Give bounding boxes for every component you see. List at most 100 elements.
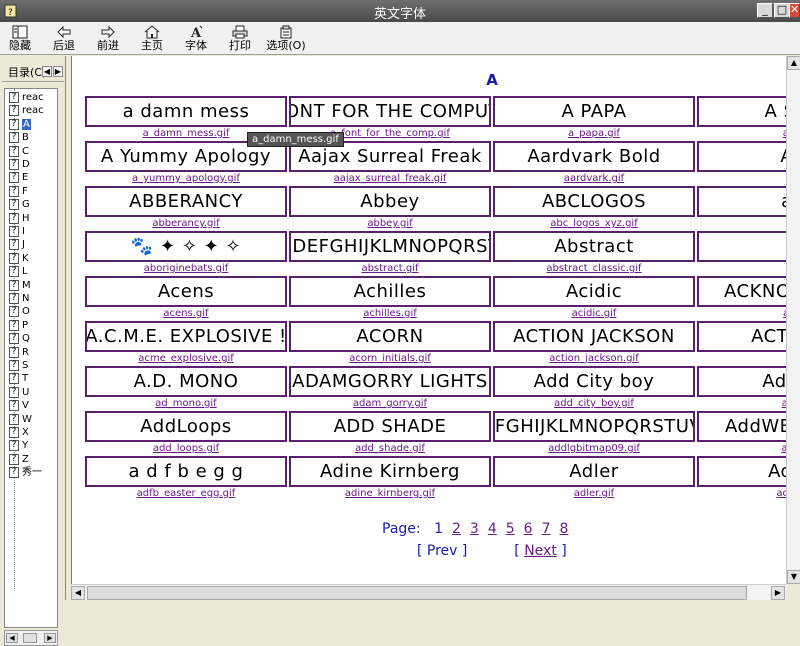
tab-contents[interactable]: 目录(C) <box>8 64 46 80</box>
font-file-link[interactable]: abstract_classic.gif <box>493 263 695 274</box>
forward-button[interactable]: 前进 <box>88 23 128 54</box>
tree-item[interactable]: ? L <box>9 265 28 278</box>
font-preview-item[interactable]: Adine Kirnberg adine_kirnberg.gif <box>289 456 491 500</box>
font-preview-item[interactable]: Add City boy add_city_boy.gif <box>493 366 695 410</box>
font-preview-image[interactable]: ABCDEFGHIJKLMNOPQRSTUV <box>289 231 491 262</box>
tree-item[interactable]: ? M <box>9 279 31 292</box>
font-preview-item[interactable]: Adler adler.gif <box>493 456 695 500</box>
font-preview-item[interactable]: A STAR a_star <box>697 96 787 140</box>
horizontal-scrollbar[interactable]: ◀ ▶ <box>71 584 787 600</box>
font-preview-item[interactable]: abcab <box>697 186 787 230</box>
font-preview-image[interactable]: ACTION JACKSON <box>493 321 695 352</box>
horizontal-scroll-thumb[interactable] <box>87 586 747 600</box>
font-preview-image[interactable]: AddLoops <box>85 411 287 442</box>
font-file-link[interactable]: abc_logos_xyz.gif <box>493 218 695 229</box>
tree-item[interactable]: ? G <box>9 198 30 211</box>
options-button[interactable]: 选项(O) <box>264 23 308 54</box>
font-preview-image[interactable]: Add City boy <box>493 366 695 397</box>
font-preview-item[interactable]: Acidic acidic.gif <box>493 276 695 320</box>
font-preview-item[interactable]: Achilles achilles.gif <box>289 276 491 320</box>
font-preview-image[interactable]: A PAPA <box>493 96 695 127</box>
font-preview-image[interactable]: ADAMGORRY LIGHTS <box>289 366 491 397</box>
font-file-link[interactable]: administ <box>697 488 787 499</box>
font-preview-image[interactable]: Aardvark Bold <box>493 141 695 172</box>
tree-item[interactable]: ? O <box>9 305 30 318</box>
font-preview-image[interactable]: Add Ele <box>697 366 787 397</box>
font-preview-item[interactable]: ABCLOGOS abc_logos_xyz.gif <box>493 186 695 230</box>
hide-button[interactable]: 隐藏 <box>0 23 40 54</box>
font-file-link[interactable]: addlgbitmap09.gif <box>493 443 695 454</box>
font-file-link[interactable]: achilles.gif <box>289 308 491 319</box>
font-preview-item[interactable]: A PAPA a_papa.gif <box>493 96 695 140</box>
font-preview-image[interactable]: ACKNOWLEDGE <box>697 276 787 307</box>
font-file-link[interactable]: abberancy.gif <box>85 218 287 229</box>
tree-item[interactable]: ? D <box>9 158 30 171</box>
font-preview-image[interactable]: Adler <box>493 456 695 487</box>
tree-item[interactable]: ? Z <box>9 453 29 466</box>
tree-item[interactable]: ? E <box>9 171 28 184</box>
font-preview-image[interactable]: ACTION M <box>697 321 787 352</box>
font-file-link[interactable]: adine_kirnberg.gif <box>289 488 491 499</box>
font-preview-image[interactable]: A.D. MONO <box>85 366 287 397</box>
font-preview-item[interactable]: ACTION M actio <box>697 321 787 365</box>
font-preview-item[interactable]: Abab <box>697 231 787 275</box>
font-file-link[interactable]: adam_gorry.gif <box>289 398 491 409</box>
tree-item[interactable]: ? X <box>9 426 29 439</box>
font-preview-image[interactable]: a d f b e g g <box>85 456 287 487</box>
close-button[interactable]: ✕ <box>789 3 800 18</box>
print-button[interactable]: 打印 <box>220 23 260 54</box>
font-file-link[interactable]: aba <box>697 173 787 184</box>
tree-item[interactable]: ? R <box>9 346 29 359</box>
font-preview-image[interactable]: Adine Kirnberg <box>289 456 491 487</box>
font-preview-item[interactable]: ACKNOWLEDGE ackno <box>697 276 787 320</box>
scroll-thumb[interactable] <box>23 633 37 643</box>
font-file-link[interactable]: acens.gif <box>85 308 287 319</box>
font-file-link[interactable]: ab <box>697 218 787 229</box>
next-link[interactable]: Next <box>524 543 557 559</box>
font-preview-image[interactable]: Acidic <box>493 276 695 307</box>
scroll-left-arrow-icon[interactable]: ◀ <box>71 586 85 600</box>
font-preview-image[interactable]: AddWBitmap09 <box>697 411 787 442</box>
font-button[interactable]: A 字体 <box>176 23 216 54</box>
font-file-link[interactable]: acorn_initials.gif <box>289 353 491 364</box>
font-preview-image[interactable]: Abc <box>697 141 787 172</box>
tree-item[interactable]: ? W <box>9 413 32 426</box>
font-preview-item[interactable]: ACTION JACKSON action_jackson.gif <box>493 321 695 365</box>
tree-item[interactable]: ? T <box>9 372 28 385</box>
tree-item[interactable]: ? B <box>9 131 29 144</box>
font-file-link[interactable]: aardvark.gif <box>493 173 695 184</box>
font-preview-image[interactable]: Achilles <box>289 276 491 307</box>
tree-horizontal-scrollbar[interactable]: ◀ ▶ <box>4 630 58 646</box>
maximize-button[interactable]: □ <box>774 3 790 18</box>
page-link[interactable]: 6 <box>524 521 533 537</box>
font-file-link[interactable]: add_el <box>697 398 787 409</box>
font-file-link[interactable]: aboriginebats.gif <box>85 263 287 274</box>
page-link[interactable]: 2 <box>452 521 461 537</box>
font-preview-image[interactable]: A STAR <box>697 96 787 127</box>
tree-item[interactable]: ? F <box>9 185 28 198</box>
tree-item[interactable]: ? J <box>9 238 25 251</box>
font-preview-item[interactable]: Admin administ <box>697 456 787 500</box>
font-file-link[interactable]: abstract.gif <box>289 263 491 274</box>
tree-item[interactable]: ? U <box>9 386 29 399</box>
font-file-link[interactable]: a_papa.gif <box>493 128 695 139</box>
tree-item[interactable]: ? H <box>9 212 30 225</box>
font-preview-item[interactable]: Acens acens.gif <box>85 276 287 320</box>
font-file-link[interactable]: acme_explosive.gif <box>85 353 287 364</box>
tree-item[interactable]: ? reac <box>9 91 44 104</box>
font-preview-image[interactable]: ABCDEFGHIJKLMNOPQRSTUVWXYZ <box>493 411 695 442</box>
tree-item[interactable]: ? P <box>9 319 28 332</box>
font-preview-item[interactable]: AddLoops add_loops.gif <box>85 411 287 455</box>
font-preview-image[interactable]: Abstract <box>493 231 695 262</box>
font-preview-item[interactable]: ABCDEFGHIJKLMNOPQRSTUVWXYZ addlgbitmap09.… <box>493 411 695 455</box>
font-preview-item[interactable]: Aardvark Bold aardvark.gif <box>493 141 695 185</box>
font-preview-image[interactable]: ABBERANCY <box>85 186 287 217</box>
minimize-button[interactable]: _ <box>757 3 773 18</box>
font-file-link[interactable]: addwb <box>697 443 787 454</box>
font-preview-image[interactable]: ABCLOGOS <box>493 186 695 217</box>
font-preview-image[interactable]: A.C.M.E. EXPLOSIVE ! <box>85 321 287 352</box>
scroll-right-arrow-icon[interactable]: ▶ <box>771 586 785 600</box>
tree-item[interactable]: ? N <box>9 292 29 305</box>
font-preview-item[interactable]: ACORN acorn_initials.gif <box>289 321 491 365</box>
scroll-up-arrow-icon[interactable]: ▲ <box>787 56 800 70</box>
